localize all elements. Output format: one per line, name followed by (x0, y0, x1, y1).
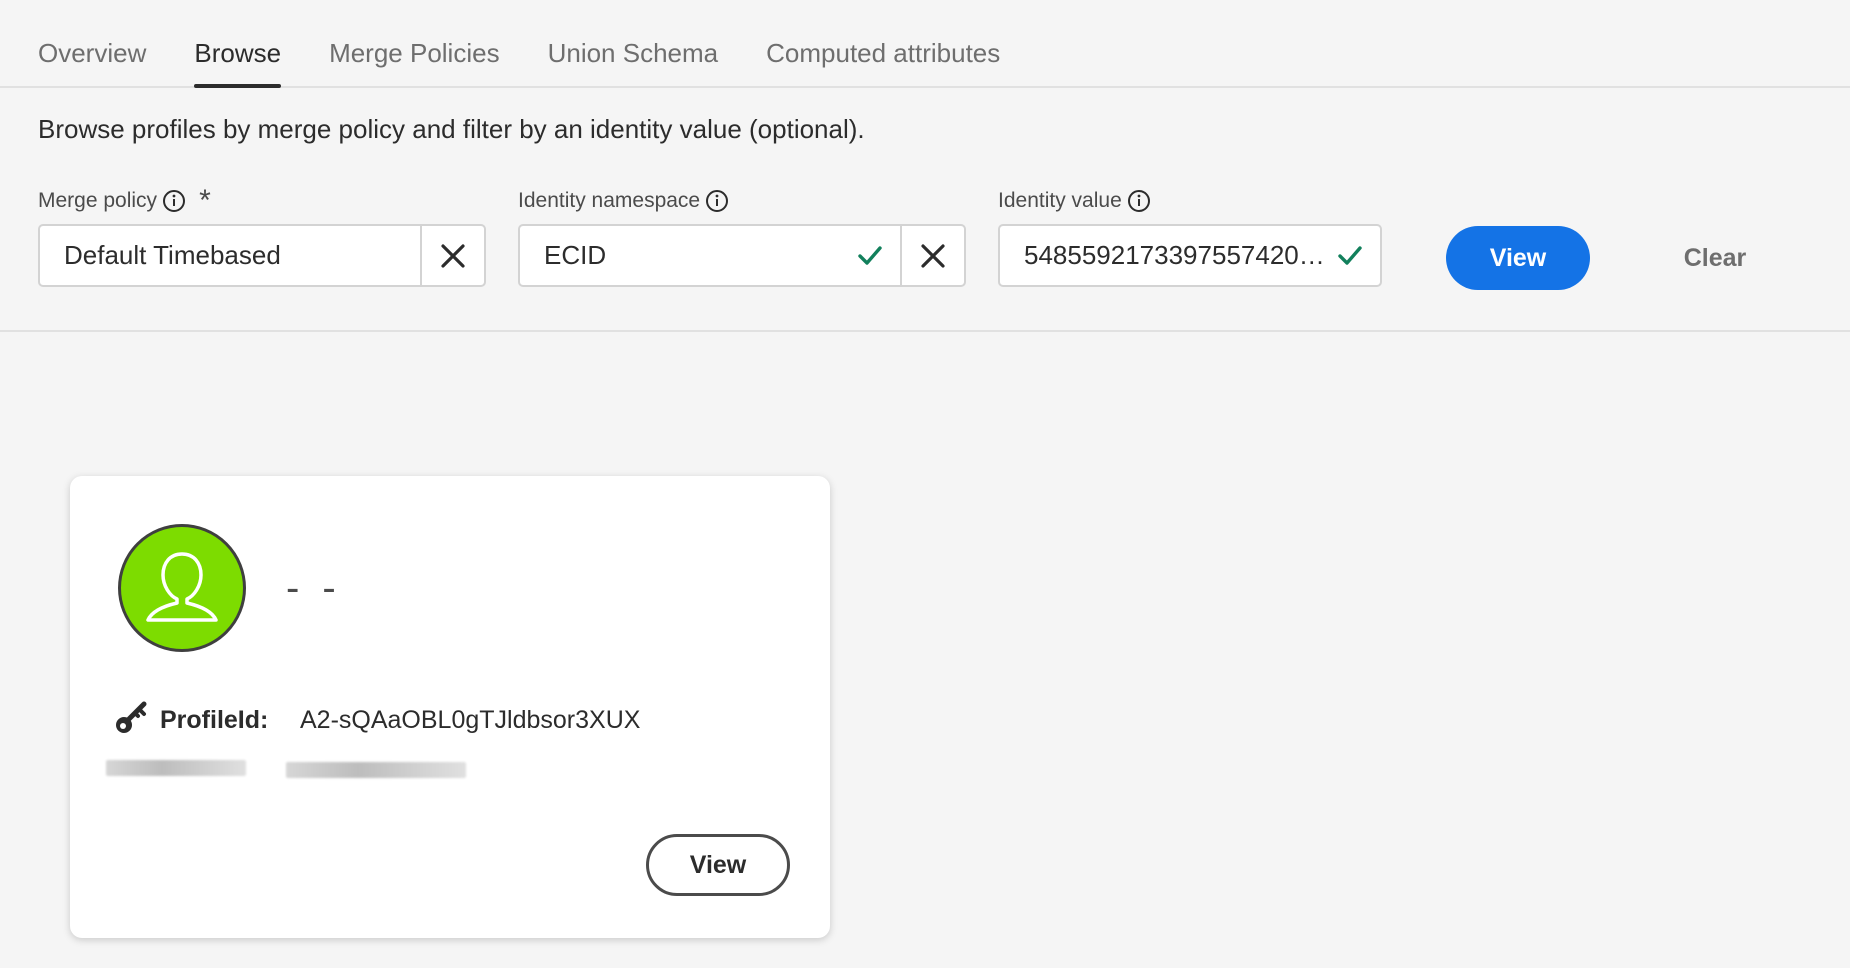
required-marker: * (199, 184, 211, 217)
tab-merge-policies[interactable]: Merge Policies (329, 0, 500, 86)
tab-browse[interactable]: Browse (194, 0, 281, 88)
identity-value-label-text: Identity value (998, 189, 1122, 212)
profile-id-value: A2-sQAaOBL0gTJldbsor3XUX (300, 706, 641, 734)
tab-bar: Overview Browse Merge Policies Union Sch… (0, 0, 1850, 88)
info-icon[interactable] (1126, 188, 1152, 214)
tab-union-schema[interactable]: Union Schema (548, 0, 719, 86)
merge-policy-value[interactable]: Default Timebased (40, 240, 420, 271)
tab-computed-attributes[interactable]: Computed attributes (766, 0, 1000, 86)
tab-overview[interactable]: Overview (38, 0, 146, 86)
user-icon (146, 552, 218, 622)
identity-namespace-clear-button[interactable] (900, 226, 964, 285)
redacted-value (286, 762, 466, 778)
identity-namespace-label-text: Identity namespace (518, 189, 701, 212)
identity-value-label: Identity value (998, 188, 1152, 214)
divider (0, 330, 1850, 332)
view-button[interactable]: View (1446, 226, 1590, 290)
checkmark-icon (1330, 236, 1370, 276)
info-icon[interactable] (161, 188, 187, 214)
avatar (118, 524, 246, 652)
checkmark-icon (850, 236, 890, 276)
merge-policy-label-text: Merge policy (38, 189, 158, 212)
clear-button[interactable]: Clear (1650, 226, 1780, 290)
profile-card: - - ProfileId: A2-sQAaOBL0gTJldbsor3XUX … (70, 476, 830, 938)
page-description: Browse profiles by merge policy and filt… (38, 114, 865, 144)
redacted-label (106, 760, 246, 776)
identity-namespace-label: Identity namespace (518, 188, 730, 214)
merge-policy-label: Merge policy * (38, 184, 211, 217)
identity-value-field[interactable]: 5485592173397557420… (998, 224, 1382, 287)
profile-id-label: ProfileId: (160, 706, 269, 734)
profile-name: - - (286, 566, 342, 610)
profile-view-button[interactable]: View (646, 834, 790, 896)
identity-namespace-value[interactable]: ECID (520, 240, 850, 271)
close-icon (921, 243, 945, 268)
identity-value-input[interactable]: 5485592173397557420… (1000, 240, 1330, 271)
merge-policy-clear-button[interactable] (420, 226, 484, 285)
key-icon (112, 698, 152, 738)
info-icon[interactable] (704, 188, 730, 214)
merge-policy-field[interactable]: Default Timebased (38, 224, 486, 287)
identity-namespace-field[interactable]: ECID (518, 224, 966, 287)
close-icon (441, 243, 465, 268)
